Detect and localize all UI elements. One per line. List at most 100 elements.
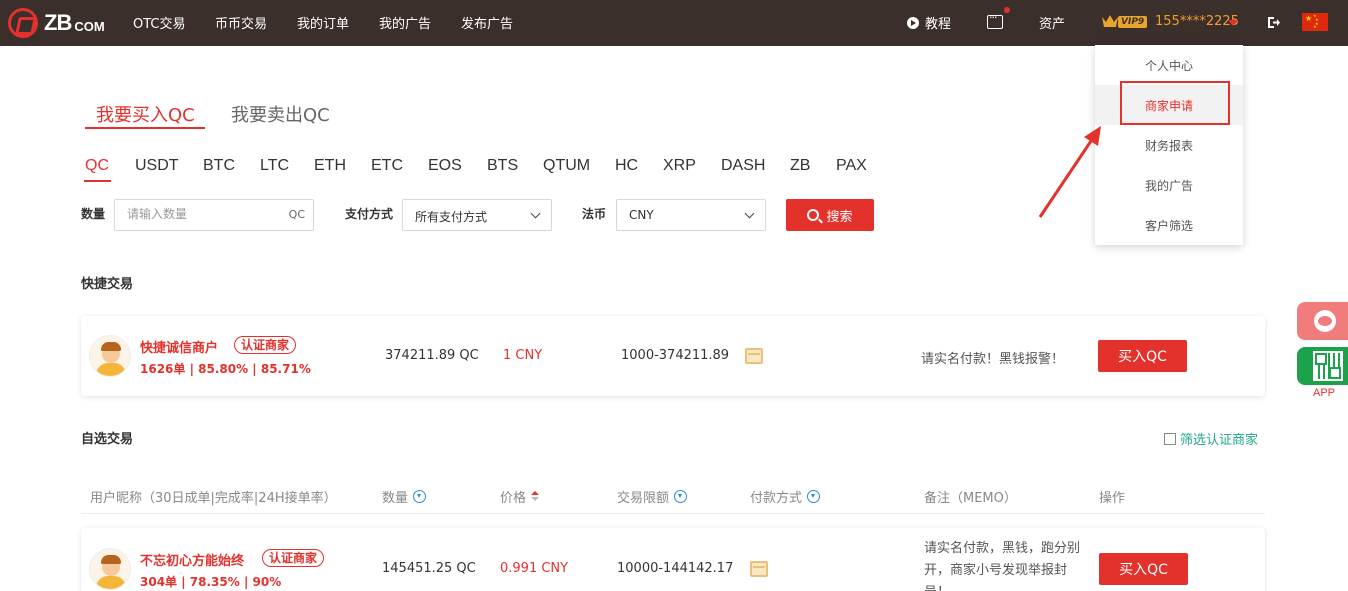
headset-icon [1314,310,1336,332]
crown-icon [1102,15,1118,27]
header-divider [81,513,1265,514]
bank-card-icon [745,348,763,364]
payment-method-select[interactable]: 所有支付方式 [402,199,552,231]
coin-tab-bts[interactable]: BTS [487,157,518,175]
message-icon[interactable] [987,11,1003,29]
header-action: 操作 [1099,491,1126,506]
certified-merchant-badge: 认证商家 [234,336,297,354]
coin-tab-underline [84,180,111,182]
app-download-button[interactable] [1297,347,1348,385]
chevron-down-icon [530,208,541,219]
tab-sell-qc[interactable]: 我要卖出QC [231,101,330,127]
memo-text: 请实名付款！黑钱报警！ [921,352,1065,367]
quantity-input[interactable] [127,207,277,221]
nav-otc-trade[interactable]: OTC交易 [133,13,186,32]
vip-badge: VIP9 [1118,16,1148,28]
fiat-select[interactable]: CNY [616,199,766,231]
app-label[interactable]: APP [1313,387,1335,399]
quantity-label: 数量 [81,207,106,221]
play-icon [907,16,919,29]
coin-tab-usdt[interactable]: USDT [135,157,179,175]
logout-icon[interactable] [1268,17,1280,28]
tab-buy-qc[interactable]: 我要买入QC [96,101,195,127]
menu-item-my-ads[interactable]: 我的广告 [1095,165,1243,205]
filter-certified-label: 筛选认证商家 [1180,433,1259,448]
payment-method-value: 所有支付方式 [415,210,488,224]
user-account-menu[interactable]: 155****2225 [1155,14,1239,29]
quantity-unit: QC [288,208,305,221]
account-dropdown-menu: 个人中心 商家申请 财务报表 我的广告 客户筛选 [1095,45,1243,245]
limit-value: 10000-144142.17 [617,561,734,576]
quantity-value: 145451.25 QC [382,561,476,576]
coin-tab-btc[interactable]: BTC [203,157,235,175]
fiat-value: CNY [629,208,654,222]
table-row: 不忘初心方能始终 认证商家 304单 | 78.35% | 90% 145451… [81,528,1265,591]
logo-text: ZB [44,10,72,35]
bank-card-icon [750,561,768,577]
buy-tab-underline [85,127,205,129]
search-button-label: 搜索 [826,209,853,225]
avatar [89,548,131,590]
tutorial-link[interactable]: 教程 [907,13,951,32]
filter-icon[interactable] [807,490,821,503]
coin-tab-ltc[interactable]: LTC [260,157,289,175]
merchant-stats: 1626单 | 85.80% | 85.71% [140,362,311,376]
buy-qc-button[interactable]: 买入QC [1098,340,1187,372]
merchant-stats: 304单 | 78.35% | 90% [140,575,282,589]
custom-trade-title: 自选交易 [81,432,134,447]
certified-merchant-badge: 认证商家 [262,549,325,567]
filter-icon[interactable] [674,490,688,503]
nav-coin-trade[interactable]: 币币交易 [215,13,267,32]
quick-trade-title: 快捷交易 [81,277,134,292]
notification-dot [1004,7,1010,13]
zb-logo[interactable]: ZB COM [8,8,105,38]
avatar [89,335,131,377]
header-limit[interactable]: 交易限额 [617,487,688,506]
merchant-name[interactable]: 不忘初心方能始终 [140,550,244,569]
coin-tab-eos[interactable]: EOS [428,157,462,175]
menu-item-financial-report[interactable]: 财务报表 [1095,125,1243,165]
coin-tab-dash[interactable]: DASH [721,157,765,175]
nav-post-ad[interactable]: 发布广告 [461,13,513,32]
payment-method-label: 支付方式 [345,207,394,221]
coin-tab-xrp[interactable]: XRP [663,157,696,175]
coin-tab-hc[interactable]: HC [615,157,638,175]
certified-checkbox[interactable] [1164,432,1176,445]
price-value: 0.991 CNY [500,561,569,576]
menu-item-customer-filter[interactable]: 客户筛选 [1095,205,1243,245]
zb-logo-icon [8,8,38,38]
filter-certified-toggle[interactable]: 筛选认证商家 [1164,429,1258,448]
china-flag-icon[interactable]: ★ ★ ★ ★ ★ [1302,13,1328,31]
menu-item-personal-center[interactable]: 个人中心 [1095,45,1243,85]
search-icon [807,209,820,221]
sort-icon[interactable] [531,490,540,503]
qr-code-icon [1313,351,1343,381]
quantity-value: 374211.89 QC [385,348,479,363]
tutorial-label: 教程 [925,17,952,32]
quantity-field[interactable]: QC [114,199,314,231]
search-button[interactable]: 搜索 [786,199,874,231]
coin-tab-pax[interactable]: PAX [836,157,867,175]
nav-my-ads[interactable]: 我的广告 [379,13,431,32]
filter-icon[interactable] [413,490,427,503]
coin-tab-qc[interactable]: QC [85,157,109,175]
fiat-label: 法币 [582,207,607,221]
memo-text: 请实名付款，黑钱，跑分别开，商家小号发现举报封号！ [924,541,1081,591]
header-price[interactable]: 价格 [500,487,540,506]
coin-tab-etc[interactable]: ETC [371,157,403,175]
buy-qc-button[interactable]: 买入QC [1099,553,1188,585]
nav-my-orders[interactable]: 我的订单 [297,13,349,32]
assets-link[interactable]: 资产 [1039,13,1065,32]
merchant-name[interactable]: 快捷诚信商户 [140,337,218,356]
customer-service-button[interactable] [1297,302,1348,340]
annotation-arrow-icon [1038,126,1101,218]
highlight-box [1120,81,1230,125]
header-payment[interactable]: 付款方式 [750,487,821,506]
coin-tab-eth[interactable]: ETH [314,157,346,175]
caret-down-icon[interactable] [1228,20,1238,26]
header-quantity[interactable]: 数量 [382,487,427,506]
header-memo: 备注（MEMO） [924,491,1017,506]
coin-tab-qtum[interactable]: QTUM [543,157,590,175]
chevron-down-icon [744,208,755,219]
coin-tab-zb[interactable]: ZB [790,157,810,175]
